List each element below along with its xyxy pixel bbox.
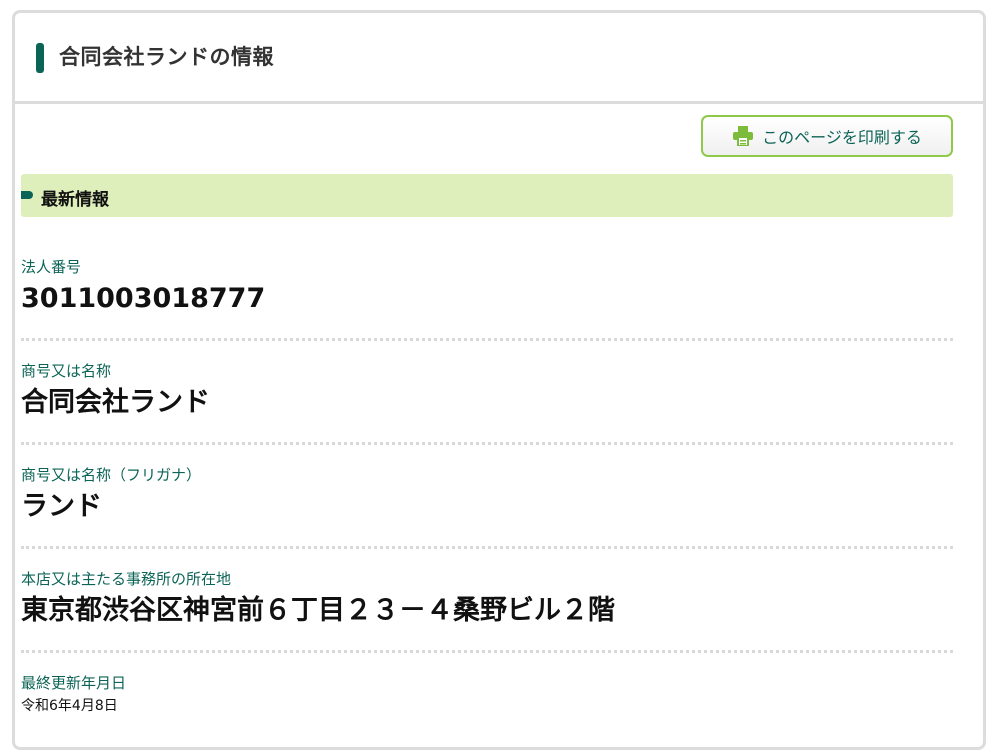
- divider: [21, 650, 953, 653]
- corporate-number-field: 法人番号 3011003018777: [21, 258, 953, 315]
- field-label: 法人番号: [21, 258, 82, 276]
- divider: [21, 442, 953, 445]
- field-value: 3011003018777: [21, 283, 266, 314]
- head-office-address-field: 本店又は主たる事務所の所在地 東京都渋谷区神宮前６丁目２３－４桑野ビル２階: [21, 570, 953, 627]
- field-label: 本店又は主たる事務所の所在地: [21, 570, 232, 588]
- field-value: 令和6年4月8日: [21, 698, 118, 714]
- title-accent-bar: [36, 43, 44, 73]
- print-button-label: このページを印刷する: [762, 128, 922, 147]
- printer-icon: [732, 126, 754, 147]
- page-title: 合同会社ランドの情報: [59, 45, 274, 69]
- section-label: 最新情報: [41, 190, 109, 210]
- banner-accent-tab: [21, 191, 33, 199]
- field-label: 最終更新年月日: [21, 674, 127, 692]
- print-page-button[interactable]: このページを印刷する: [701, 115, 953, 157]
- latest-info-section-header: 最新情報: [21, 174, 953, 217]
- last-updated-field: 最終更新年月日 令和6年4月8日: [21, 674, 953, 715]
- divider: [21, 546, 953, 549]
- trade-name-kana-field: 商号又は名称（フリガナ） ランド: [21, 466, 953, 523]
- field-value: 合同会社ランド: [21, 387, 210, 418]
- panel-header: 合同会社ランドの情報: [15, 13, 983, 104]
- divider: [21, 338, 953, 341]
- field-label: 商号又は名称（フリガナ）: [21, 466, 202, 484]
- field-value: 東京都渋谷区神宮前６丁目２３－４桑野ビル２階: [21, 595, 615, 626]
- trade-name-field: 商号又は名称 合同会社ランド: [21, 362, 953, 419]
- field-value: ランド: [21, 491, 102, 522]
- field-label: 商号又は名称: [21, 362, 112, 380]
